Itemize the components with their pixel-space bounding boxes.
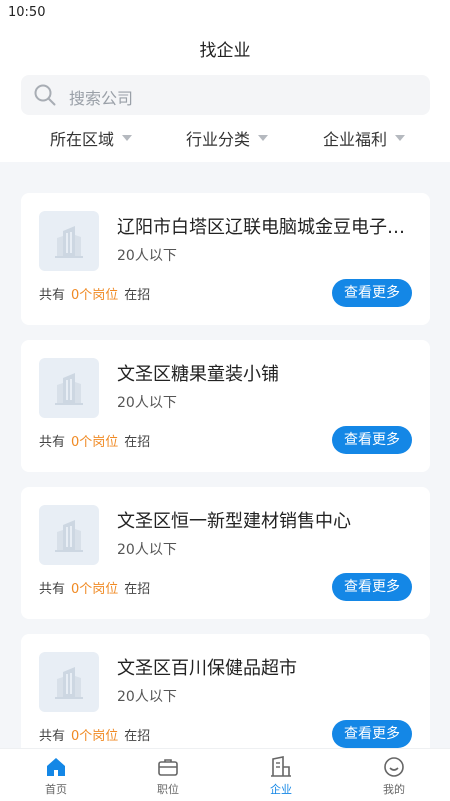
building-icon — [271, 756, 291, 777]
building-placeholder-icon — [55, 520, 83, 552]
jobs-suffix: 在招 — [124, 288, 151, 303]
company-logo — [39, 505, 99, 565]
company-logo — [39, 211, 99, 271]
company-name: 辽阳市白塔区辽联电脑城金豆电子产品经销部 — [117, 217, 407, 238]
tab-home[interactable]: 首页 — [0, 749, 112, 801]
jobs-suffix: 在招 — [124, 729, 151, 744]
tab-profile-label: 我的 — [383, 783, 405, 796]
company-name: 文圣区糖果童装小铺 — [117, 364, 279, 385]
jobs-prefix: 共有 — [39, 582, 66, 597]
tab-home-label: 首页 — [45, 783, 67, 796]
view-more-button[interactable]: 查看更多 — [332, 279, 412, 307]
company-name: 文圣区恒一新型建材销售中心 — [117, 511, 351, 532]
building-placeholder-icon — [55, 226, 83, 258]
jobs-info: 共有 0个岗位 在招 — [39, 284, 150, 303]
caret-down-icon — [258, 135, 269, 141]
caret-down-icon — [122, 135, 133, 141]
jobs-prefix: 共有 — [39, 288, 66, 303]
company-size: 20人以下 — [117, 395, 177, 411]
filter-industry-label: 行业分类 — [186, 130, 251, 149]
caret-down-icon — [395, 135, 406, 141]
search-placeholder: 搜索公司 — [69, 89, 134, 108]
search-icon — [34, 84, 56, 106]
company-size: 20人以下 — [117, 689, 177, 705]
view-more-button[interactable]: 查看更多 — [332, 426, 412, 454]
jobs-prefix: 共有 — [39, 435, 66, 450]
view-more-button[interactable]: 查看更多 — [332, 720, 412, 748]
home-icon — [47, 758, 65, 776]
jobs-info: 共有 0个岗位 在招 — [39, 725, 150, 744]
header: 找企业 搜索公司 所在区域 行业分类 企业福利 — [0, 26, 450, 162]
tab-companies-label: 企业 — [270, 783, 292, 796]
tab-profile[interactable]: 我的 — [338, 749, 450, 801]
tab-jobs-label: 职位 — [157, 783, 179, 796]
building-placeholder-icon — [55, 373, 83, 405]
jobs-info: 共有 0个岗位 在招 — [39, 431, 150, 450]
search-input[interactable]: 搜索公司 — [21, 75, 430, 115]
company-name: 文圣区百川保健品超市 — [117, 658, 297, 679]
company-card[interactable]: 文圣区百川保健品超市 20人以下 共有 0个岗位 在招 查看更多 — [21, 634, 430, 766]
jobs-suffix: 在招 — [124, 435, 151, 450]
jobs-count: 0个岗位 — [71, 288, 119, 303]
jobs-info: 共有 0个岗位 在招 — [39, 578, 150, 597]
page-title: 找企业 — [199, 41, 251, 61]
company-logo — [39, 652, 99, 712]
filter-region[interactable]: 所在区域 — [50, 126, 133, 150]
building-placeholder-icon — [55, 667, 83, 699]
jobs-suffix: 在招 — [124, 582, 151, 597]
tab-jobs[interactable]: 职位 — [112, 749, 224, 801]
company-card[interactable]: 辽阳市白塔区辽联电脑城金豆电子产品经销部 20人以下 共有 0个岗位在招 查看更多 — [21, 193, 430, 325]
jobs-count: 0个岗位 — [71, 435, 119, 450]
filter-industry[interactable]: 行业分类 — [186, 126, 269, 150]
briefcase-icon — [158, 759, 178, 776]
jobs-prefix: 共有 — [39, 729, 66, 744]
filter-bar: 所在区域 行业分类 企业福利 — [0, 124, 450, 154]
jobs-count: 0个岗位 — [71, 582, 119, 597]
company-logo — [39, 358, 99, 418]
bottom-tab-bar: 首页 职位 企业 我的 — [0, 748, 450, 801]
profile-icon — [384, 757, 404, 777]
filter-benefits-label: 企业福利 — [323, 130, 388, 149]
company-size: 20人以下 — [117, 248, 177, 264]
status-time: 10:50 — [8, 5, 46, 20]
tab-companies[interactable]: 企业 — [225, 749, 337, 801]
filter-region-label: 所在区域 — [50, 130, 115, 149]
status-bar: 10:50 — [0, 0, 450, 26]
jobs-count: 0个岗位 — [71, 729, 119, 744]
company-card[interactable]: 文圣区恒一新型建材销售中心 20人以下 共有 0个岗位 在招 查看更多 — [21, 487, 430, 619]
company-size: 20人以下 — [117, 542, 177, 558]
filter-benefits[interactable]: 企业福利 — [323, 126, 406, 150]
company-card[interactable]: 文圣区糖果童装小铺 20人以下 共有 0个岗位 在招 查看更多 — [21, 340, 430, 472]
view-more-button[interactable]: 查看更多 — [332, 573, 412, 601]
